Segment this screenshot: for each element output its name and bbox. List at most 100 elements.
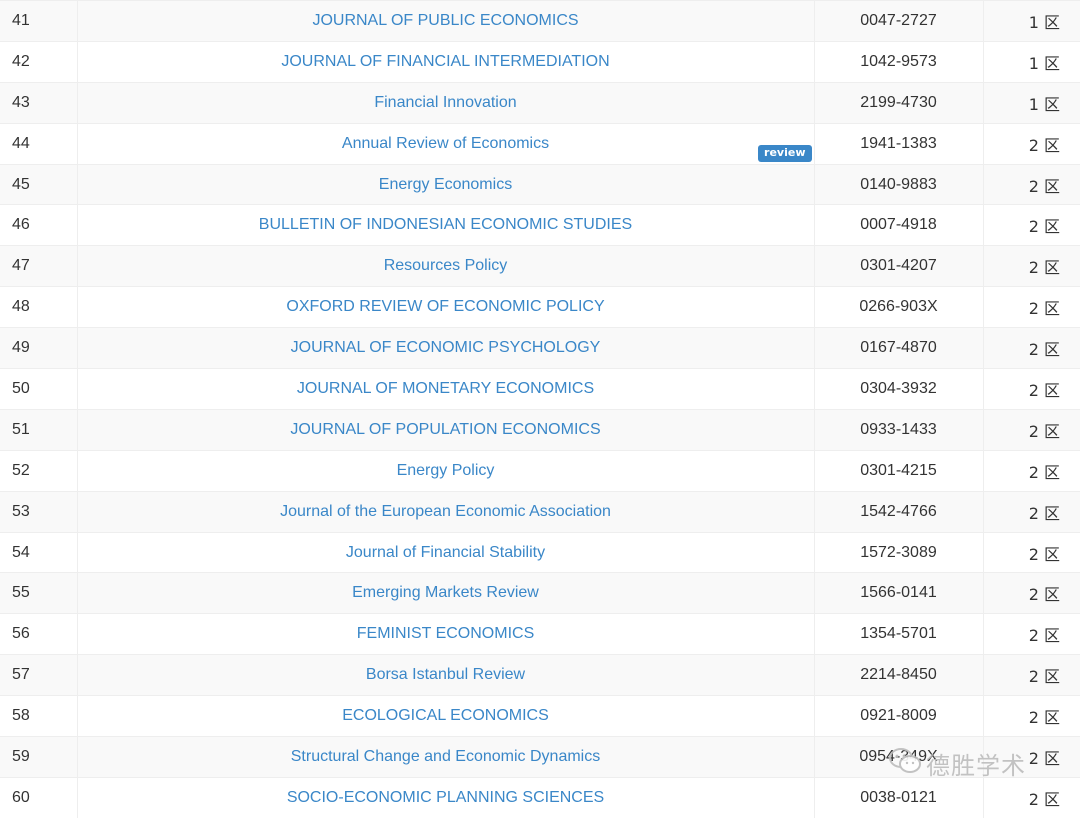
journal-link[interactable]: Financial Innovation [374, 94, 516, 111]
rank-cell: 41 [0, 1, 77, 42]
zone-label: 2 区 [1029, 177, 1060, 196]
journal-name-cell: Emerging Markets Review [77, 573, 814, 614]
journal-name-cell: BULLETIN OF INDONESIAN ECONOMIC STUDIES [77, 205, 814, 246]
journal-link[interactable]: Emerging Markets Review [352, 584, 539, 601]
zone-cell: 2 区 [983, 655, 1080, 696]
table-row: 46 BULLETIN OF INDONESIAN ECONOMIC STUDIE… [0, 205, 1080, 246]
table-row: 45Energy Economics0140-98832 区 [0, 164, 1080, 205]
zone-label: 2 区 [1029, 340, 1060, 359]
journal-link[interactable]: Resources Policy [384, 257, 508, 274]
zone-label: 2 区 [1029, 790, 1060, 809]
journal-table-body: 41 JOURNAL OF PUBLIC ECONOMICS 0047-2727 1 … [0, 1, 1080, 818]
journal-name-cell: Financial Innovation [77, 82, 814, 123]
zone-label: 2 区 [1029, 545, 1060, 564]
rank-cell: 59 [0, 737, 77, 778]
zone-cell: 2 区 [983, 123, 1080, 164]
issn-cell: 2214-8450 [814, 655, 983, 696]
journal-link[interactable]: Energy Economics [379, 176, 512, 193]
zone-label: 2 区 [1029, 258, 1060, 277]
zone-label: 1 区 [1029, 95, 1060, 114]
journal-link[interactable]: Structural Change and Economic Dynamics [291, 748, 600, 765]
journal-link[interactable]: OXFORD REVIEW OF ECONOMIC POLICY [286, 298, 604, 315]
rank-cell: 49 [0, 328, 77, 369]
issn-cell: 0266-903X [814, 287, 983, 328]
zone-cell: 2 区 [983, 369, 1080, 410]
journal-link[interactable]: FEMINIST ECONOMICS [357, 625, 535, 642]
journal-name-cell: JOURNAL OF PUBLIC ECONOMICS [77, 1, 814, 42]
issn-cell: 1354-5701 [814, 614, 983, 655]
table-row: 48OXFORD REVIEW OF ECONOMIC POLICY0266-9… [0, 287, 1080, 328]
rank-cell: 56 [0, 614, 77, 655]
zone-cell: 2 区 [983, 777, 1080, 818]
zone-cell: 2 区 [983, 614, 1080, 655]
zone-label: 2 区 [1029, 585, 1060, 604]
issn-cell: 0038-0121 [814, 777, 983, 818]
zone-label: 1 区 [1029, 13, 1060, 32]
journal-link[interactable]: Journal of Financial Stability [346, 544, 545, 561]
journal-name-cell: FEMINIST ECONOMICS [77, 614, 814, 655]
zone-cell: 2 区 [983, 532, 1080, 573]
issn-cell: 1542-4766 [814, 491, 983, 532]
zone-cell: 2 区 [983, 573, 1080, 614]
journal-link[interactable]: JOURNAL OF PUBLIC ECONOMICS [312, 12, 578, 29]
journal-link[interactable]: JOURNAL OF ECONOMIC PSYCHOLOGY [291, 339, 601, 356]
table-row: 44Annual Review of Economicsreview1941-1… [0, 123, 1080, 164]
zone-cell: 2 区 [983, 205, 1080, 246]
journal-link[interactable]: BULLETIN OF INDONESIAN ECONOMIC STUDIES [259, 216, 632, 233]
table-row: 53Journal of the European Economic Assoc… [0, 491, 1080, 532]
journal-name-cell: JOURNAL OF ECONOMIC PSYCHOLOGY [77, 328, 814, 369]
rank-cell: 55 [0, 573, 77, 614]
journal-table: 41 JOURNAL OF PUBLIC ECONOMICS 0047-2727 1 … [0, 0, 1080, 818]
rank-cell: 57 [0, 655, 77, 696]
issn-cell: 0047-2727 [814, 1, 983, 42]
issn-cell: 0304-3932 [814, 369, 983, 410]
table-row: 41 JOURNAL OF PUBLIC ECONOMICS 0047-2727 1 … [0, 1, 1080, 42]
zone-cell: 2 区 [983, 328, 1080, 369]
table-row: 58ECOLOGICAL ECONOMICS0921-80092 区 [0, 696, 1080, 737]
zone-cell: 2 区 [983, 696, 1080, 737]
journal-name-cell: Energy Economics [77, 164, 814, 205]
journal-link[interactable]: JOURNAL OF POPULATION ECONOMICS [290, 421, 600, 438]
journal-link[interactable]: Energy Policy [397, 462, 495, 479]
zone-cell: 2 区 [983, 491, 1080, 532]
rank-cell: 42 [0, 41, 77, 82]
journal-link[interactable]: Borsa Istanbul Review [366, 666, 525, 683]
journal-link[interactable]: ECOLOGICAL ECONOMICS [342, 707, 549, 724]
zone-cell: 2 区 [983, 409, 1080, 450]
journal-link[interactable]: Journal of the European Economic Associa… [280, 503, 611, 520]
zone-cell: 2 区 [983, 164, 1080, 205]
journal-link[interactable]: Annual Review of Economics [342, 135, 549, 152]
journal-link[interactable]: JOURNAL OF FINANCIAL INTERMEDIATION [281, 53, 609, 70]
zone-label: 2 区 [1029, 504, 1060, 523]
journal-link[interactable]: JOURNAL OF MONETARY ECONOMICS [297, 380, 594, 397]
zone-cell: 1 区 [983, 41, 1080, 82]
zone-label: 2 区 [1029, 299, 1060, 318]
issn-cell: 0301-4207 [814, 246, 983, 287]
table-row: 60 SOCIO-ECONOMIC PLANNING SCIENCES 0038-0… [0, 777, 1080, 818]
journal-name-cell: Journal of Financial Stability [77, 532, 814, 573]
rank-cell: 46 [0, 205, 77, 246]
journal-name-cell: JOURNAL OF POPULATION ECONOMICS [77, 409, 814, 450]
zone-cell: 2 区 [983, 450, 1080, 491]
table-row: 54Journal of Financial Stability1572-308… [0, 532, 1080, 573]
zone-cell: 2 区 [983, 287, 1080, 328]
zone-label: 2 区 [1029, 463, 1060, 482]
issn-cell: 0140-9883 [814, 164, 983, 205]
table-row: 50JOURNAL OF MONETARY ECONOMICS0304-3932… [0, 369, 1080, 410]
zone-label: 2 区 [1029, 667, 1060, 686]
issn-cell: 2199-4730 [814, 82, 983, 123]
table-row: 47Resources Policy0301-42072 区 [0, 246, 1080, 287]
journal-name-cell: Annual Review of Economicsreview [77, 123, 814, 164]
issn-cell: 0921-8009 [814, 696, 983, 737]
zone-label: 2 区 [1029, 626, 1060, 645]
zone-label: 1 区 [1029, 54, 1060, 73]
issn-cell: 1572-3089 [814, 532, 983, 573]
rank-cell: 60 [0, 777, 77, 818]
issn-cell: 0933-1433 [814, 409, 983, 450]
journal-name-cell: JOURNAL OF FINANCIAL INTERMEDIATION [77, 41, 814, 82]
journal-link[interactable]: SOCIO-ECONOMIC PLANNING SCIENCES [287, 789, 604, 806]
zone-cell: 1 区 [983, 82, 1080, 123]
journal-name-cell: Energy Policy [77, 450, 814, 491]
table-row: 55Emerging Markets Review1566-01412 区 [0, 573, 1080, 614]
rank-cell: 52 [0, 450, 77, 491]
